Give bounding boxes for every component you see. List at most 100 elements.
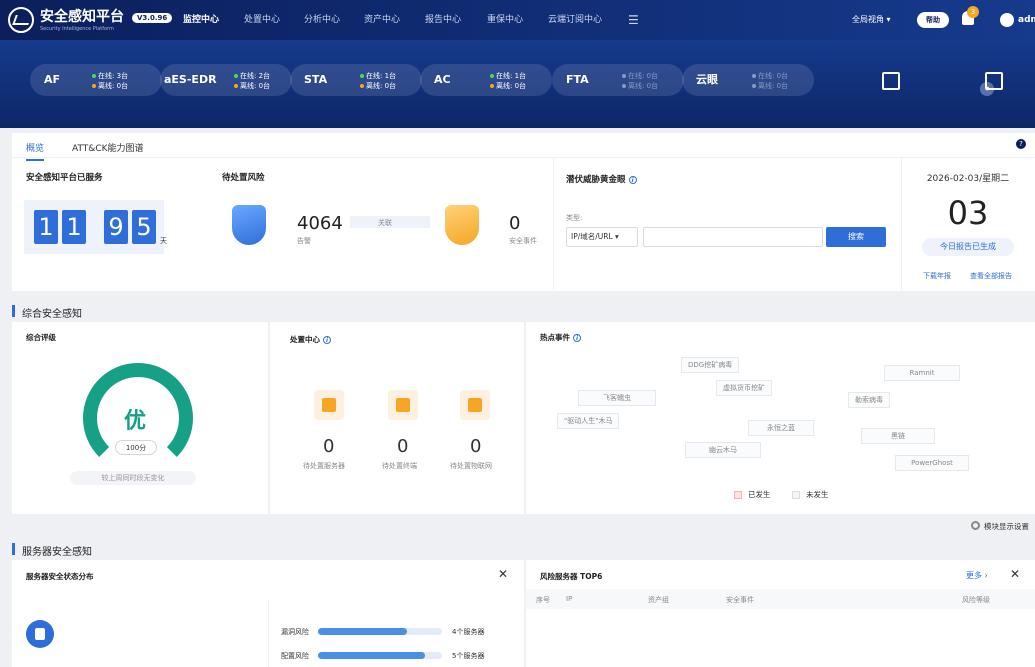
iot-icon <box>460 390 490 420</box>
tab-attck[interactable]: ATT&CK能力图谱 <box>72 141 144 154</box>
more-link[interactable]: 更多 › <box>966 570 988 581</box>
device-offline: 离线: 0台 <box>360 81 396 91</box>
nav-disposal[interactable]: 处置中心 <box>244 0 280 40</box>
user-avatar-icon[interactable] <box>1000 13 1014 27</box>
device-offline: 离线: 0台 <box>622 81 658 91</box>
divider <box>268 600 269 667</box>
served-digit: 1 <box>34 210 58 244</box>
current-date: 2026-02-03/星期二 <box>926 174 1010 184</box>
menu-icon[interactable]: ☰ <box>628 0 639 40</box>
notification-badge: 3 <box>967 6 979 18</box>
hot-tag[interactable]: 勒索病毒 <box>848 392 890 408</box>
device-aes-edr[interactable]: aES-EDR 在线: 2台 离线: 0台 <box>160 64 292 96</box>
pending-terminals-label: 待处置终端 <box>382 462 417 470</box>
hot-tag[interactable]: Ramnit <box>884 365 960 381</box>
device-af[interactable]: AF 在线: 3台 离线: 0台 <box>30 64 162 96</box>
monitor-chart-icon[interactable] <box>882 72 900 90</box>
device-online: 在线: 1台 <box>490 71 526 81</box>
server-icon <box>314 390 344 420</box>
hot-events-title: 热点事件 i <box>540 332 581 343</box>
col-risk-level[interactable]: 风险等级 <box>962 595 990 605</box>
risk-servers-panel <box>526 560 1035 667</box>
info-icon[interactable]: i <box>323 336 331 344</box>
col-index: 序号 <box>536 596 550 604</box>
close-icon[interactable]: ✕ <box>498 567 508 581</box>
user-name[interactable]: admi <box>1018 0 1035 40</box>
device-fta[interactable]: FTA 在线: 0台 离线: 0台 <box>552 64 684 96</box>
vuln-risk-label: 漏洞风险 <box>281 628 309 636</box>
nav-protection[interactable]: 重保中心 <box>487 0 523 40</box>
pending-servers-count[interactable]: 0 <box>323 436 334 457</box>
device-name: STA <box>304 73 328 86</box>
served-digit: 9 <box>104 210 128 244</box>
pending-servers-label: 待处置服务器 <box>303 462 345 470</box>
served-title: 安全感知平台已服务 <box>26 173 103 183</box>
section-title-server: 服务器安全感知 <box>22 547 92 558</box>
hot-tag[interactable]: 幽云木马 <box>685 442 761 458</box>
vuln-risk-bar <box>318 628 407 635</box>
served-digit: 5 <box>132 210 156 244</box>
nav-assets[interactable]: 资产中心 <box>364 0 400 40</box>
module-settings-link[interactable]: 模块显示设置 <box>984 521 1029 532</box>
hot-tag[interactable]: 永恒之蓝 <box>748 420 814 436</box>
event-shield-icon <box>445 205 479 245</box>
floating-report-button[interactable] <box>26 620 54 648</box>
hunt-search-input[interactable] <box>643 227 823 247</box>
current-day: 03 <box>947 194 989 232</box>
alert-shield-icon <box>232 205 266 245</box>
hot-tag[interactable]: PowerGhost <box>895 455 969 471</box>
terminal-icon <box>388 390 418 420</box>
rating-note: 较上周同时段无变化 <box>70 471 196 485</box>
device-online: 在线: 3台 <box>92 71 128 81</box>
events-count[interactable]: 0 <box>509 213 520 234</box>
pending-terminals-count[interactable]: 0 <box>397 436 408 457</box>
hot-tag[interactable]: 虚拟货币挖矿 <box>716 380 772 396</box>
device-name: 云眼 <box>696 73 718 86</box>
device-name: AF <box>44 73 61 86</box>
view-all-reports-link[interactable]: 查看全部报告 <box>970 271 1012 281</box>
rating-score: 100分 <box>115 440 157 455</box>
pending-iot-count[interactable]: 0 <box>470 436 481 457</box>
view-selector[interactable]: 全局视角 ▾ <box>852 0 891 40</box>
device-sta[interactable]: STA 在线: 1台 离线: 0台 <box>290 64 422 96</box>
device-offline: 离线: 0台 <box>490 81 526 91</box>
nav-monitor[interactable]: 监控中心 <box>183 0 219 40</box>
alerts-label: 告警 <box>297 237 311 245</box>
device-ac[interactable]: AC 在线: 1台 离线: 0台 <box>420 64 552 96</box>
status-dist-title: 服务器安全状态分布 <box>26 572 94 581</box>
tab-overview[interactable]: 概览 <box>26 141 45 161</box>
served-digit: 1 <box>62 210 86 244</box>
platform-logo-icon <box>8 7 34 33</box>
alerts-count[interactable]: 4064 <box>297 213 343 234</box>
disposal-title: 处置中心 i <box>290 334 331 345</box>
section-title-security: 综合安全感知 <box>22 309 82 320</box>
download-annual-report-link[interactable]: 下载年报 <box>923 271 951 281</box>
info-icon[interactable]: i <box>573 334 581 342</box>
nav-analysis[interactable]: 分析中心 <box>304 0 340 40</box>
help-icon[interactable]: ? <box>1016 139 1026 149</box>
legend-happened: 已发生 <box>734 489 771 500</box>
hot-tag[interactable]: 黑链 <box>861 428 935 444</box>
vuln-risk-value: 4个服务器 <box>452 628 485 636</box>
nav-reports[interactable]: 报告中心 <box>425 0 461 40</box>
type-label: 类型: <box>566 214 583 222</box>
hot-tag[interactable]: DDG挖矿病毒 <box>681 357 740 373</box>
risk-title: 待处置风险 <box>222 173 265 183</box>
col-ip: IP <box>566 595 573 603</box>
hot-tag[interactable]: 飞客蠕虫 <box>578 390 656 406</box>
type-select[interactable]: IP/域名/URL ▾ <box>566 227 638 247</box>
nav-cloud-subscription[interactable]: 云端订阅中心 <box>548 0 602 40</box>
device-cloud-eye[interactable]: 云眼 在线: 0台 离线: 0台 <box>682 64 814 96</box>
gear-icon[interactable] <box>971 521 980 530</box>
help-button[interactable]: 帮助 <box>917 12 949 28</box>
info-icon[interactable]: i <box>628 175 637 184</box>
device-offline: 离线: 0台 <box>752 81 788 91</box>
day-unit: 天 <box>160 237 167 245</box>
device-name: FTA <box>566 73 589 86</box>
hot-tag[interactable]: "驱动人生"木马 <box>557 413 620 429</box>
legend-not-happened: 未发生 <box>792 489 829 500</box>
search-button[interactable]: 搜索 <box>826 227 886 247</box>
divider <box>553 158 554 290</box>
trend-chart-icon[interactable] <box>985 72 1003 90</box>
close-icon[interactable]: ✕ <box>1010 567 1020 581</box>
